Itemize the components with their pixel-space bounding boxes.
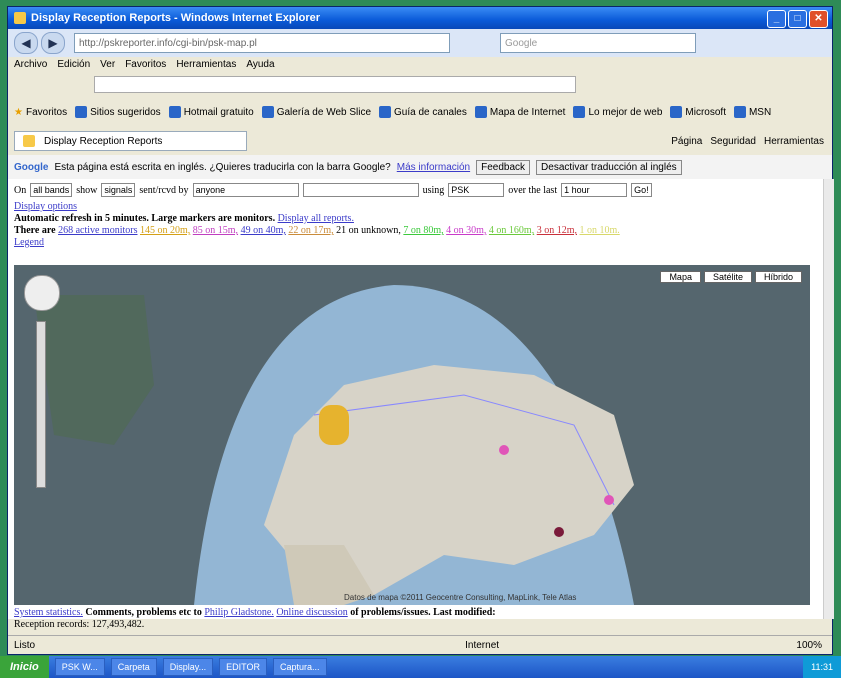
hybrid-button[interactable]: Híbrido xyxy=(754,271,802,283)
online-discussion-link[interactable]: Online discussion xyxy=(276,607,347,618)
menu-bar: Archivo Edición Ver Favoritos Herramient… xyxy=(8,57,832,71)
tool-pagina[interactable]: Página xyxy=(671,136,702,147)
auto-refresh-text: Automatic refresh in 5 minutes. Large ma… xyxy=(14,213,276,224)
band-unknown: 21 on unknown, xyxy=(336,225,401,236)
callsign-input[interactable] xyxy=(302,183,419,197)
zone-indicator: Internet xyxy=(465,639,500,651)
menu-herramientas[interactable]: Herramientas xyxy=(176,59,236,70)
task-2[interactable]: Carpeta xyxy=(110,658,157,676)
band-15m-link[interactable]: 85 on 15m, xyxy=(193,225,238,236)
command-bar: Página Seguridad Herramientas xyxy=(671,136,832,147)
fav-galeria[interactable]: Galería de Web Slice xyxy=(261,106,371,118)
time-select[interactable]: 1 hour xyxy=(561,183,628,197)
sender-select[interactable]: anyone xyxy=(192,183,299,197)
satellite-button[interactable]: Satélite xyxy=(703,271,752,283)
footer-line: System statistics. Comments, problems et… xyxy=(14,607,496,618)
map-svg xyxy=(14,265,810,605)
pan-control[interactable] xyxy=(24,275,60,311)
world-map[interactable]: Mapa Satélite Híbrido Datos de mapa ©201… xyxy=(14,265,810,605)
window-title: Display Reception Reports - Windows Inte… xyxy=(31,12,321,24)
band-160m-link[interactable]: 4 on 160m, xyxy=(489,225,534,236)
mode-select[interactable]: PSK xyxy=(448,183,505,197)
menu-ver[interactable]: Ver xyxy=(100,59,115,70)
menu-archivo[interactable]: Archivo xyxy=(14,59,47,70)
tab-display-reports[interactable]: Display Reception Reports xyxy=(14,131,247,151)
google-logo: Google xyxy=(14,161,49,173)
maximize-button[interactable]: □ xyxy=(788,10,807,28)
marker-asia[interactable] xyxy=(554,527,564,537)
display-options-link[interactable]: Display options xyxy=(14,201,77,212)
favorites-bar: ★ Favoritos Sitios sugeridos Hotmail grat… xyxy=(8,101,832,123)
philip-link[interactable]: Philip Gladstone. xyxy=(204,607,273,618)
show-select[interactable]: signals xyxy=(101,183,136,197)
fav-msn[interactable]: MSN xyxy=(733,106,771,118)
band-80m-link[interactable]: 7 on 80m, xyxy=(403,225,443,236)
minimize-button[interactable]: _ xyxy=(767,10,786,28)
more-info-link[interactable]: Más información xyxy=(397,162,470,173)
fav-guia[interactable]: Guía de canales xyxy=(379,106,467,118)
fav-sitios[interactable]: Sitios sugeridos xyxy=(75,106,161,118)
system-stats-link[interactable]: System statistics. xyxy=(14,607,83,618)
map-button[interactable]: Mapa xyxy=(660,271,701,283)
tool-seguridad[interactable]: Seguridad xyxy=(710,136,756,147)
start-button[interactable]: Inicio xyxy=(0,656,49,678)
toolbar-input[interactable] xyxy=(94,75,576,93)
display-all-link[interactable]: Display all reports. xyxy=(278,213,354,224)
title-bar: Display Reception Reports - Windows Inte… xyxy=(8,7,832,29)
go-button[interactable]: Go! xyxy=(631,183,652,197)
fav-hotmail[interactable]: Hotmail gratuito xyxy=(168,106,254,118)
filter-controls: On all bands show signals sent/rcvd by a… xyxy=(14,183,652,197)
band-12m-link[interactable]: 3 on 12m, xyxy=(537,225,577,236)
task-1[interactable]: PSK W... xyxy=(54,658,105,676)
fav-mapa[interactable]: Mapa de Internet xyxy=(474,106,565,118)
zoom-slider[interactable] xyxy=(36,321,46,488)
task-5[interactable]: Captura... xyxy=(272,658,327,676)
disable-translate-button[interactable]: Desactivar traducción al inglés xyxy=(536,159,682,175)
menu-ayuda[interactable]: Ayuda xyxy=(246,59,274,70)
address-input[interactable]: http://pskreporter.info/cgi-bin/psk-map.… xyxy=(74,33,450,53)
active-monitors-link[interactable]: 268 active monitors xyxy=(58,225,137,236)
close-button[interactable]: ✕ xyxy=(809,10,828,28)
google-translate-bar: Google Esta página está escrita en inglé… xyxy=(8,155,832,179)
legend-link[interactable]: Legend xyxy=(14,237,44,248)
band-20m-link[interactable]: 145 on 20m, xyxy=(140,225,190,236)
page-icon xyxy=(23,135,35,147)
task-4[interactable]: EDITOR xyxy=(219,658,267,676)
browser-window: Display Reception Reports - Windows Inte… xyxy=(7,6,834,655)
vertical-scrollbar[interactable] xyxy=(823,179,834,619)
map-attribution: Datos de mapa ©2011 Geocentre Consulting… xyxy=(344,593,577,602)
band-select[interactable]: all bands xyxy=(30,183,73,197)
band-10m-link[interactable]: 1 on 10m. xyxy=(579,225,619,236)
taskbar: Inicio PSK W... Carpeta Display... EDITO… xyxy=(0,656,841,678)
marker-japan[interactable] xyxy=(604,495,614,505)
feedback-button[interactable]: Feedback xyxy=(476,159,531,175)
band-17m-link[interactable]: 22 on 17m, xyxy=(288,225,333,236)
tool-herramientas[interactable]: Herramientas xyxy=(764,136,824,147)
status-bar: Listo Internet 100% xyxy=(8,635,832,654)
band-40m-link[interactable]: 49 on 40m, xyxy=(241,225,286,236)
marker-cluster-europe[interactable] xyxy=(319,405,349,445)
address-bar-row: ◀ ▶ http://pskreporter.info/cgi-bin/psk-… xyxy=(8,29,832,57)
menu-favoritos[interactable]: Favoritos xyxy=(125,59,166,70)
page-content: On all bands show signals sent/rcvd by a… xyxy=(8,179,823,630)
menu-edicion[interactable]: Edición xyxy=(57,59,90,70)
fav-microsoft[interactable]: Microsoft xyxy=(670,106,726,118)
ie-icon xyxy=(14,12,26,24)
back-button[interactable]: ◀ xyxy=(14,32,38,54)
reception-records: Reception records: 127,493,482. xyxy=(14,619,145,630)
search-input[interactable]: Google xyxy=(500,33,696,53)
tab-row: Display Reception Reports Página Segurid… xyxy=(8,129,832,153)
band-30m-link[interactable]: 4 on 30m, xyxy=(446,225,486,236)
marker-russia[interactable] xyxy=(499,445,509,455)
forward-button[interactable]: ▶ xyxy=(41,32,65,54)
fav-mejor[interactable]: Lo mejor de web xyxy=(573,106,662,118)
zoom-indicator[interactable]: 100% xyxy=(796,640,832,651)
toolbar-row xyxy=(8,73,832,95)
task-3[interactable]: Display... xyxy=(162,658,214,676)
system-tray-clock[interactable]: 11:31 xyxy=(803,656,841,678)
favorites-button[interactable]: ★ Favoritos xyxy=(14,107,67,118)
